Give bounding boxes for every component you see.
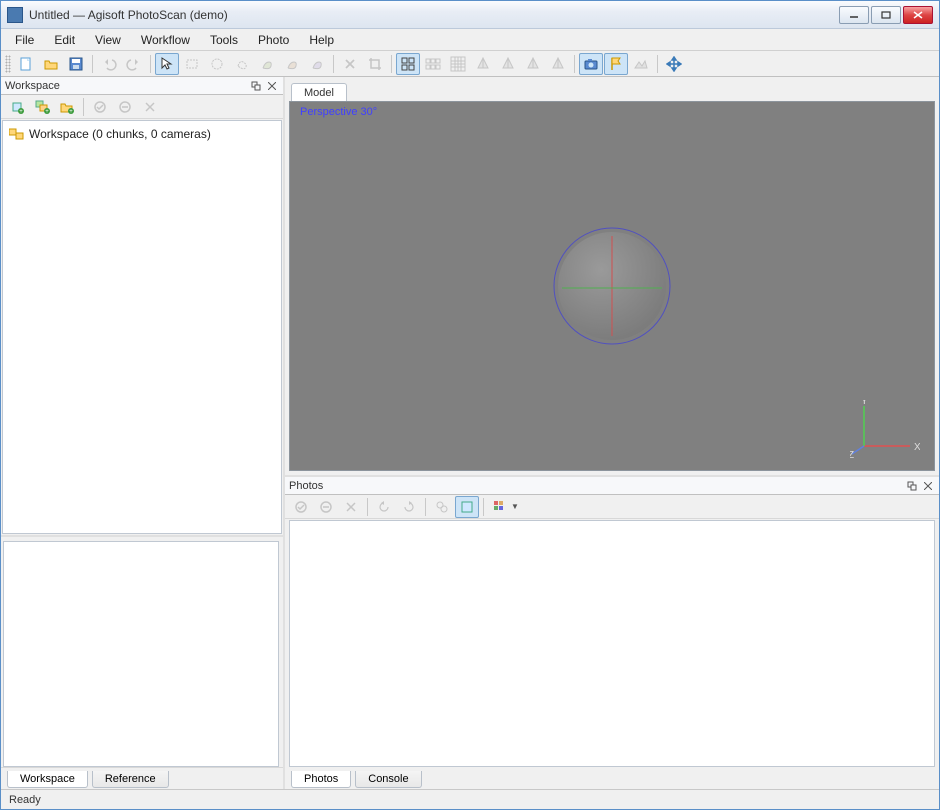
undock-icon[interactable]	[249, 79, 263, 93]
delete-icon[interactable]	[338, 53, 362, 75]
navigation-icon[interactable]	[662, 53, 686, 75]
tab-reference[interactable]: Reference	[92, 771, 169, 788]
workspace-panel-title: Workspace	[5, 80, 247, 92]
menubar: FileEditViewWorkflowToolsPhotoHelp	[1, 29, 939, 51]
enable-photo-icon[interactable]	[289, 496, 313, 518]
svg-text:+: +	[69, 109, 73, 115]
photos-list[interactable]	[289, 520, 935, 767]
svg-text:+: +	[19, 109, 23, 115]
move-region-icon[interactable]	[305, 53, 329, 75]
model-shaded-icon[interactable]	[521, 53, 545, 75]
enable-icon[interactable]	[88, 96, 112, 118]
menu-photo[interactable]: Photo	[248, 30, 299, 50]
model-solid-icon[interactable]	[546, 53, 570, 75]
remove-icon[interactable]	[138, 96, 162, 118]
svg-text:Z: Z	[850, 450, 854, 460]
show-cameras-icon[interactable]	[396, 53, 420, 75]
arrow-select-icon[interactable]	[155, 53, 179, 75]
model-viewport[interactable]: Perspective 30°	[289, 101, 935, 471]
properties-panel	[3, 541, 279, 767]
dropdown-arrow-icon[interactable]: ▼	[511, 502, 519, 511]
workspace-panel-header[interactable]: Workspace	[1, 77, 283, 95]
circle-select-icon[interactable]	[205, 53, 229, 75]
tab-model[interactable]: Model	[291, 83, 347, 102]
photos-panel-header[interactable]: Photos	[285, 477, 939, 495]
open-folder-icon[interactable]	[39, 53, 63, 75]
rect-select-icon[interactable]	[180, 53, 204, 75]
menu-help[interactable]: Help	[299, 30, 344, 50]
add-chunk-icon[interactable]: +	[5, 96, 29, 118]
show-images-icon[interactable]	[579, 53, 603, 75]
close-button[interactable]	[903, 6, 933, 24]
new-document-icon[interactable]	[14, 53, 38, 75]
workspace-tree[interactable]: Workspace (0 chunks, 0 cameras)	[2, 120, 282, 534]
redo-icon[interactable]	[122, 53, 146, 75]
toolbar-gripper	[5, 55, 11, 73]
menu-edit[interactable]: Edit	[44, 30, 85, 50]
model-panel: Model Perspective 30°	[285, 77, 939, 477]
maximize-button[interactable]	[871, 6, 901, 24]
disable-photo-icon[interactable]	[314, 496, 338, 518]
view-thumbnails-icon[interactable]	[488, 496, 512, 518]
menu-file[interactable]: File	[5, 30, 44, 50]
photos-panel-title: Photos	[289, 480, 903, 492]
disable-icon[interactable]	[113, 96, 137, 118]
window-title: Untitled — Agisoft PhotoScan (demo)	[29, 8, 839, 22]
menu-view[interactable]: View	[85, 30, 131, 50]
undock-icon[interactable]	[905, 479, 919, 493]
photos-toolbar: ▼	[285, 495, 939, 519]
svg-text:+: +	[45, 109, 49, 115]
rotate-region-icon[interactable]	[280, 53, 304, 75]
svg-text:Y: Y	[861, 400, 868, 407]
workspace-toolbar: + + +	[1, 95, 283, 119]
menu-workflow[interactable]: Workflow	[131, 30, 200, 50]
rotate-right-icon[interactable]	[397, 496, 421, 518]
minimize-button[interactable]	[839, 6, 869, 24]
rotate-left-icon[interactable]	[372, 496, 396, 518]
save-icon[interactable]	[64, 53, 88, 75]
tree-root-item[interactable]: Workspace (0 chunks, 0 cameras)	[7, 125, 277, 143]
main-toolbar	[1, 51, 939, 77]
add-folder-icon[interactable]: +	[55, 96, 79, 118]
point-cloud-icon[interactable]	[471, 53, 495, 75]
show-tracks-icon[interactable]	[629, 53, 653, 75]
window-titlebar: Untitled — Agisoft PhotoScan (demo)	[1, 1, 939, 29]
svg-text:X: X	[914, 442, 920, 453]
dense-cloud-icon[interactable]	[496, 53, 520, 75]
undo-icon[interactable]	[97, 53, 121, 75]
show-markers-icon[interactable]	[421, 53, 445, 75]
app-icon	[7, 7, 23, 23]
status-text: Ready	[9, 794, 41, 806]
viewport-label: Perspective 30°	[300, 106, 377, 118]
workspace-root-icon	[9, 127, 25, 141]
view-details-icon[interactable]	[455, 496, 479, 518]
tab-photos[interactable]: Photos	[291, 771, 351, 788]
trackball-gizmo	[542, 216, 682, 356]
tree-root-label: Workspace (0 chunks, 0 cameras)	[29, 127, 211, 141]
crop-icon[interactable]	[363, 53, 387, 75]
workspace-panel: Workspace + + + Workspac	[1, 77, 283, 537]
statusbar: Ready	[1, 789, 939, 809]
reset-view-icon[interactable]	[430, 496, 454, 518]
remove-photo-icon[interactable]	[339, 496, 363, 518]
axis-gizmo: X Y Z	[850, 400, 920, 460]
close-panel-icon[interactable]	[921, 479, 935, 493]
close-panel-icon[interactable]	[265, 79, 279, 93]
add-photos-icon[interactable]: +	[30, 96, 54, 118]
show-labels-icon[interactable]	[604, 53, 628, 75]
tab-console[interactable]: Console	[355, 771, 421, 788]
freeform-select-icon[interactable]	[230, 53, 254, 75]
resize-region-icon[interactable]	[255, 53, 279, 75]
show-aligned-icon[interactable]	[446, 53, 470, 75]
photos-panel: Photos ▼	[285, 477, 939, 767]
menu-tools[interactable]: Tools	[200, 30, 248, 50]
tab-workspace[interactable]: Workspace	[7, 771, 88, 788]
